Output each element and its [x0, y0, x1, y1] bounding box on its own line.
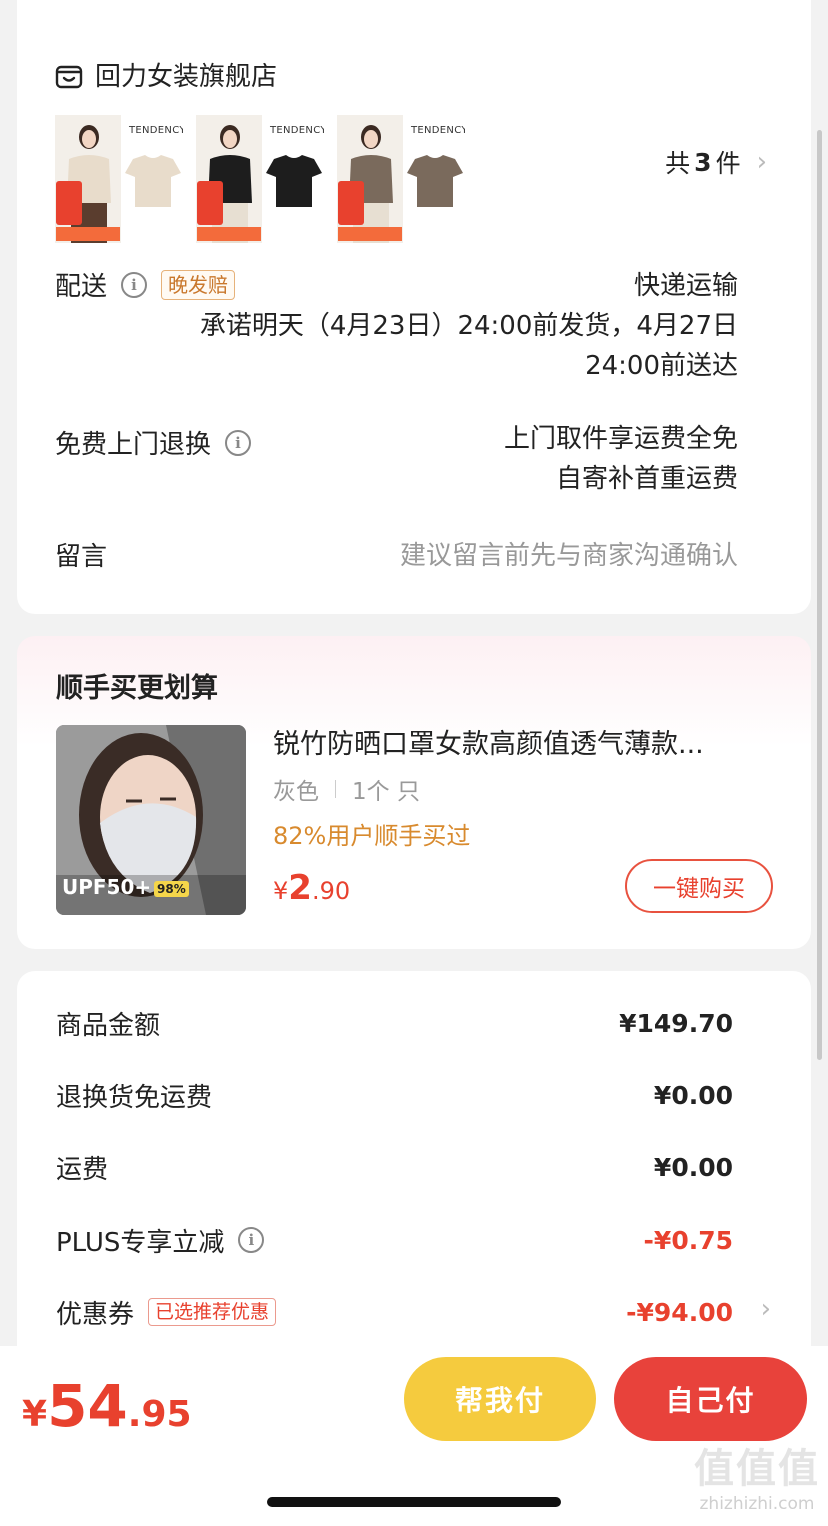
info-icon[interactable]: i [121, 271, 148, 298]
return-shipping-value: ¥0.00 [653, 1080, 733, 1110]
delivery-promise-line2: 24:00前送达 [585, 351, 738, 381]
product-thumb[interactable]: TENDENCY [196, 115, 324, 243]
price-decimal: .90 [311, 877, 351, 905]
watermark-logo: 值值值 [694, 1446, 820, 1492]
store-header[interactable]: 回力女装旗舰店 [55, 56, 277, 93]
total-decimal: .95 [127, 1394, 192, 1435]
item-count[interactable]: 共 3 件 › [665, 144, 767, 180]
upsell-product-image[interactable]: UPF50+ 98% [56, 725, 246, 915]
brand-label: TENDENCY [270, 125, 324, 136]
return-shipping-label: 退换货免运费 [56, 1082, 213, 1113]
count-suffix: 件 [715, 149, 741, 178]
returns-label-text: 免费上门退换 [55, 430, 212, 460]
upsell-title: 顺手买更划算 [56, 673, 218, 704]
promo-tag [197, 181, 223, 225]
goods-amount-value: ¥149.70 [619, 1008, 733, 1038]
message-label-text: 留言 [55, 542, 108, 572]
upsell-price: ¥ 2 .90 [273, 868, 350, 908]
spec-divider [335, 780, 336, 798]
info-icon[interactable]: i [225, 429, 252, 456]
plus-discount-row: PLUS专享立减 i -¥0.75 [56, 1220, 733, 1260]
returns-label: 免费上门退换 i [55, 424, 252, 461]
returns-line2: 自寄补首重运费 [555, 464, 738, 494]
delivery-promise-line1: 承诺明天（4月23日）24:00前发货，4月27日 [199, 311, 738, 341]
delivery-method: 快递运输 [633, 271, 738, 301]
delivery-info[interactable]: 快递运输 承诺明天（4月23日）24:00前发货，4月27日 24:00前送达 [200, 266, 738, 386]
brand-label: TENDENCY [411, 125, 465, 136]
delivery-label-text: 配送 [55, 272, 108, 302]
upsell-buy-rate: 82%用户顺手买过 [273, 822, 471, 850]
shipping-label: 运费 [56, 1154, 109, 1185]
goods-amount-row: 商品金额 ¥149.70 [56, 1003, 733, 1043]
plus-discount-label-text: PLUS专享立减 [56, 1227, 225, 1258]
total-price: ¥ 54 .95 [22, 1372, 192, 1440]
promo-strip [197, 227, 261, 241]
one-click-buy-button[interactable]: 一键购买 [625, 859, 773, 913]
home-indicator[interactable] [267, 1497, 561, 1507]
coupon-label: 优惠券 已选推荐优惠 [56, 1294, 277, 1331]
coupon-value: -¥94.00 [626, 1297, 733, 1327]
promo-strip [338, 227, 402, 241]
order-card: 回力女装旗舰店 TENDENCY TENDENCY TENDENCY 共 3 件… [17, 0, 811, 614]
upsell-spec-qty: 1个 只 [352, 779, 420, 805]
count-number: 3 [694, 147, 712, 177]
return-shipping-row: 退换货免运费 ¥0.00 [56, 1075, 733, 1115]
shirt-image [266, 155, 322, 207]
message-placeholder: 建议留言前先与商家沟通确认 [399, 541, 738, 571]
total-integer: 54 [47, 1372, 128, 1440]
goods-amount-label: 商品金额 [56, 1010, 161, 1041]
store-icon [55, 65, 83, 88]
brand-label: TENDENCY [129, 125, 183, 136]
store-name: 回力女装旗舰店 [95, 62, 278, 92]
scrollbar[interactable] [817, 130, 822, 1060]
promo-tag [56, 181, 82, 225]
price-symbol: ¥ [273, 877, 289, 905]
pay-self-button[interactable]: 自己付 [614, 1357, 807, 1441]
plus-discount-label: PLUS专享立减 i [56, 1222, 265, 1259]
upf-label: UPF50+ [62, 875, 152, 899]
chevron-right-icon[interactable]: › [761, 1294, 771, 1324]
upsell-product-name[interactable]: 锐竹防晒口罩女款高颜值透气薄款... [273, 722, 763, 761]
coupon-row[interactable]: 优惠券 已选推荐优惠 -¥94.00 [56, 1292, 733, 1332]
shirt-image [407, 155, 463, 207]
watermark: 值值值 zhizhizhi.com [694, 1436, 820, 1514]
upsell-spec: 灰色 1个 只 [273, 772, 420, 806]
plus-discount-value: -¥0.75 [643, 1225, 733, 1255]
pay-for-me-button[interactable]: 帮我付 [404, 1357, 596, 1441]
coupon-recommended-tag: 已选推荐优惠 [148, 1298, 277, 1326]
chevron-right-icon: › [756, 147, 767, 177]
watermark-url: zhizhizhi.com [699, 1494, 815, 1514]
returns-line1: 上门取件享运费全免 [503, 424, 738, 454]
upsell-card: 顺手买更划算 UPF50+ 98% 锐竹防晒口罩女款高颜值透气薄款... 灰色 … [17, 636, 811, 949]
promo-strip [56, 227, 120, 241]
shirt-image [125, 155, 181, 207]
returns-info: 上门取件享运费全免 自寄补首重运费 [504, 419, 738, 499]
shipping-value: ¥0.00 [653, 1152, 733, 1182]
shipping-row: 运费 ¥0.00 [56, 1147, 733, 1187]
price-integer: 2 [288, 868, 312, 908]
message-input[interactable]: 建议留言前先与商家沟通确认 [400, 536, 738, 576]
coupon-label-text: 优惠券 [56, 1299, 135, 1330]
count-prefix: 共 [665, 149, 691, 178]
fees-card: 商品金额 ¥149.70 退换货免运费 ¥0.00 运费 ¥0.00 PLUS专… [17, 971, 811, 1371]
product-thumb[interactable]: TENDENCY [337, 115, 465, 243]
product-thumb[interactable]: TENDENCY [55, 115, 183, 243]
promo-tag [338, 181, 364, 225]
product-thumbs[interactable]: TENDENCY TENDENCY TENDENCY [55, 115, 478, 243]
upf-badge: 98% [154, 881, 189, 897]
message-label: 留言 [55, 536, 107, 573]
upsell-spec-color: 灰色 [273, 779, 319, 805]
total-symbol: ¥ [22, 1394, 48, 1435]
info-icon[interactable]: i [238, 1227, 265, 1253]
